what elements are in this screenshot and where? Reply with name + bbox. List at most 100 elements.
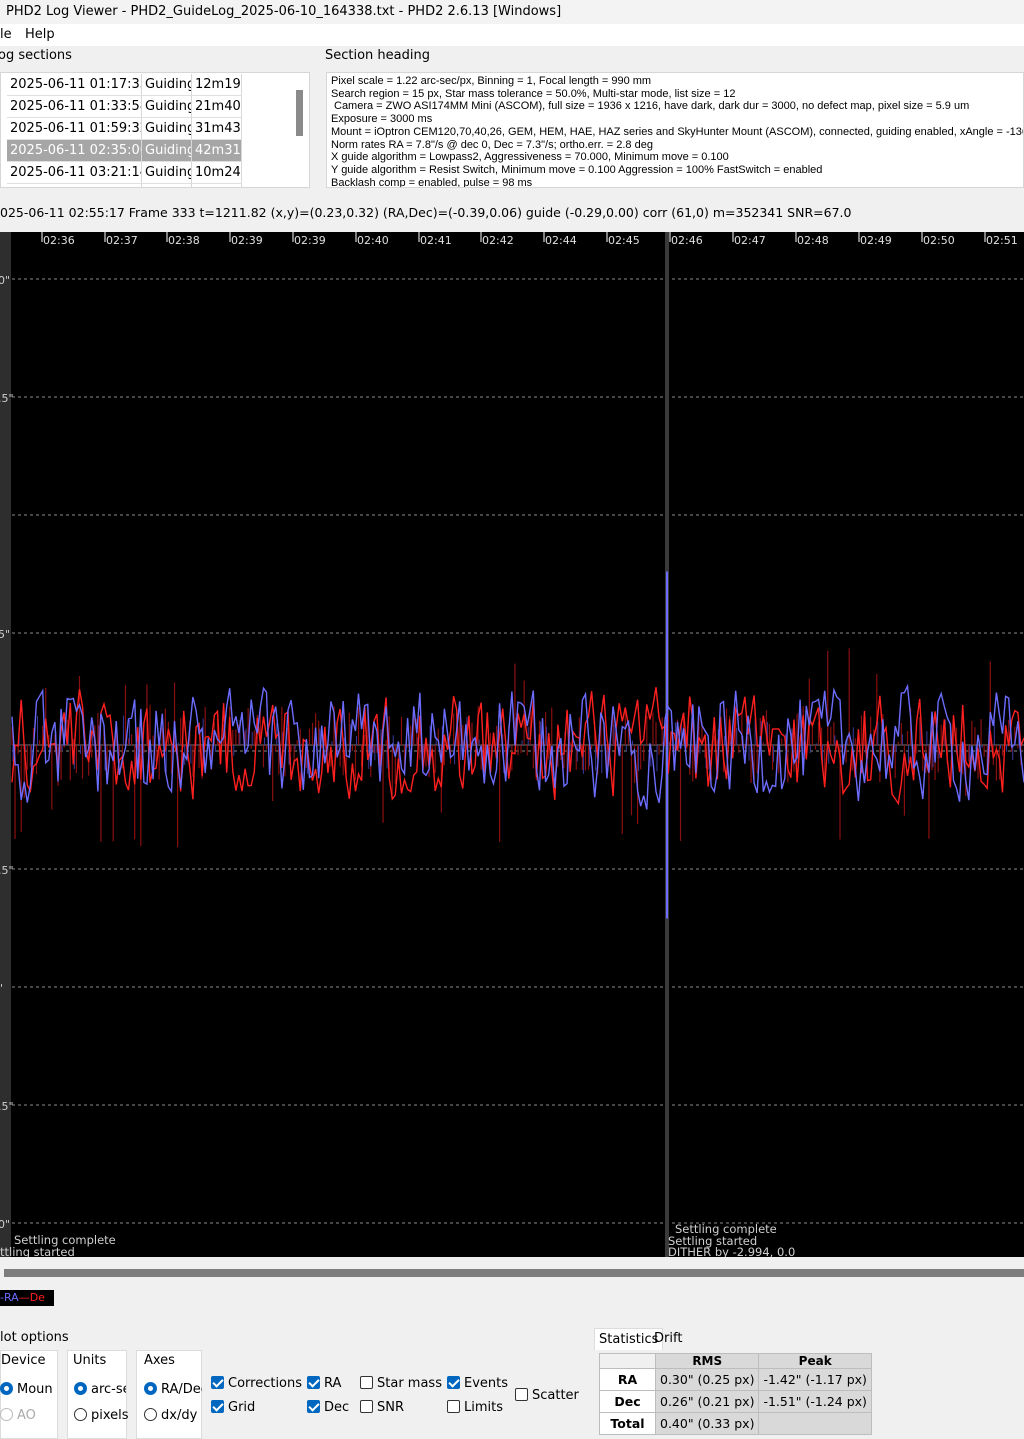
checkbox-checked-icon xyxy=(211,1376,224,1389)
table-row: RA 0.30" (0.25 px) -1.42" (-1.17 px) xyxy=(599,1368,872,1391)
log-section-start: 2025-06-11 03:34:51 xyxy=(7,184,142,187)
limits-checkbox[interactable]: Limits xyxy=(447,1400,503,1416)
menu-help[interactable]: Help xyxy=(25,27,55,42)
log-section-row[interactable]: 2025-06-11 01:33:58Guiding21m40s xyxy=(1,96,301,118)
log-section-type: Guiding xyxy=(142,162,192,184)
units-pixels-radio[interactable]: pixels xyxy=(74,1408,129,1424)
y-tick-label: .5" xyxy=(0,392,14,405)
x-tick-label: 02:51 xyxy=(986,234,1018,247)
x-tick-label: 02:45 xyxy=(608,234,640,247)
table-row: Dec 0.26" (0.21 px) -1.51" (-1.24 px) xyxy=(599,1390,872,1413)
stats-peak-value: -1.51" (-1.24 px) xyxy=(758,1390,872,1413)
section-heading-text: Pixel scale = 1.22 arc-sec/px, Binning =… xyxy=(326,72,1024,188)
heading-line: Camera = ZWO ASI174MM Mini (ASCOM), full… xyxy=(334,100,970,113)
log-section-start: 2025-06-11 01:33:58 xyxy=(7,96,142,118)
heading-line: Pixel scale = 1.22 arc-sec/px, Binning =… xyxy=(331,75,652,87)
log-section-row[interactable]: 2025-06-11 01:59:32Guiding31m43s xyxy=(1,118,301,140)
heading-line: Mount = iOptron CEM120,70,40,26, GEM, HE… xyxy=(331,125,1024,138)
log-section-type: Guiding xyxy=(142,184,192,187)
x-tick-label: 02:39 xyxy=(231,234,263,247)
legend-ra: -RA xyxy=(0,1291,19,1304)
radio-on-icon xyxy=(144,1382,157,1395)
y-tick-label: .5" xyxy=(0,864,14,877)
log-section-row[interactable]: 2025-06-11 01:17:33Guiding12m19s xyxy=(1,74,301,96)
table-row: Total 0.40" (0.33 px) xyxy=(599,1412,872,1435)
radio-on-icon xyxy=(0,1382,13,1395)
menu-file[interactable]: le xyxy=(0,27,12,42)
grid-checkbox[interactable]: Grid xyxy=(211,1400,255,1416)
log-sections-list[interactable]: 2025-06-11 01:17:33Guiding12m19s2025-06-… xyxy=(0,72,310,188)
radio-off-icon xyxy=(0,1408,13,1421)
log-section-type: Guiding xyxy=(142,96,192,118)
stats-rms-value: 0.30" (0.25 px) xyxy=(654,1368,760,1391)
checkbox-checked-icon xyxy=(211,1400,224,1413)
y-tick-label: " xyxy=(0,982,3,995)
units-arcsec-radio[interactable]: arc-sec xyxy=(74,1382,126,1398)
x-tick-label: 02:41 xyxy=(420,234,452,247)
guide-graph[interactable]: 0" .5" 5" .5" " .5" 0" 02:36 02:37 02:38 02:39 02:3… xyxy=(0,232,1024,1257)
guide-graph-svg: 0" .5" 5" .5" " .5" 0" 02:36 02:37 02:38 02:39 02:3… xyxy=(0,232,1024,1257)
log-section-row[interactable]: 2025-06-11 03:34:51Guiding22m6s xyxy=(1,184,301,187)
tab-drift[interactable]: Drift xyxy=(650,1328,686,1350)
events-checkbox[interactable]: Events xyxy=(447,1376,508,1392)
stats-rms-value: 0.26" (0.21 px) xyxy=(654,1390,760,1413)
snr-checkbox[interactable]: SNR xyxy=(360,1400,404,1416)
log-section-duration: 10m24s xyxy=(192,162,242,184)
log-section-duration: 31m43s xyxy=(192,118,242,140)
heading-line: X guide algorithm = Lowpass2, Aggressive… xyxy=(331,151,729,164)
log-section-duration: 12m19s xyxy=(192,74,242,96)
log-section-row[interactable]: 2025-06-11 03:21:14Guiding10m24s xyxy=(1,162,301,184)
stats-row-label: Dec xyxy=(599,1390,656,1413)
scatter-checkbox[interactable]: Scatter xyxy=(515,1388,579,1404)
stats-rms-value: 0.40" (0.33 px) xyxy=(654,1412,760,1435)
axes-dxdy-radio[interactable]: dx/dy xyxy=(144,1408,197,1424)
checkbox-checked-icon xyxy=(307,1376,320,1389)
frame-status-line: 025-06-11 02:55:17 Frame 333 t=1211.82 (… xyxy=(0,205,852,220)
log-section-row[interactable]: 2025-06-11 02:35:06Guiding42m31s xyxy=(1,140,301,162)
axes-label: Axes xyxy=(144,1353,175,1368)
stats-header-rms: RMS xyxy=(654,1353,760,1369)
statistics-table: RMS Peak RA 0.30" (0.25 px) -1.42" (-1.1… xyxy=(599,1353,872,1435)
section-heading-label: Section heading xyxy=(325,48,430,63)
heading-line: Search region = 15 px, Star mass toleran… xyxy=(331,87,736,100)
log-section-start: 2025-06-11 01:17:33 xyxy=(7,74,142,96)
log-section-type: Guiding xyxy=(142,140,192,162)
heading-line: Exposure = 3000 ms xyxy=(331,113,433,126)
ra-checkbox[interactable]: RA xyxy=(307,1376,341,1392)
window-title: PHD2 Log Viewer - PHD2_GuideLog_2025-06-… xyxy=(0,0,1024,24)
y-tick-label: 5" xyxy=(0,628,10,641)
log-section-start: 2025-06-11 02:35:06 xyxy=(7,140,142,162)
stats-row-label: Total xyxy=(599,1412,656,1435)
graph-legend: -RA—De xyxy=(0,1290,54,1306)
heading-line: Y guide algorithm = Resist Switch, Minim… xyxy=(331,163,823,176)
event-label: DITHER by -2.994, 0.0 xyxy=(668,1245,795,1257)
x-tick-label: 02:48 xyxy=(797,234,829,247)
x-tick-label: 02:39 xyxy=(294,234,326,247)
device-label: Device xyxy=(1,1353,46,1368)
radio-off-icon xyxy=(74,1408,87,1421)
graph-horizontal-scrollbar[interactable] xyxy=(4,1269,1024,1277)
log-section-start: 2025-06-11 03:21:14 xyxy=(7,162,142,184)
axes-radec-radio[interactable]: RA/Dec xyxy=(144,1382,202,1398)
corrections-checkbox[interactable]: Corrections xyxy=(211,1376,302,1392)
x-tick-label: 02:46 xyxy=(671,234,703,247)
log-section-type: Guiding xyxy=(142,118,192,140)
log-section-duration: 22m6s xyxy=(192,184,242,187)
x-tick-label: 02:47 xyxy=(734,234,766,247)
y-tick-label: 0" xyxy=(0,1218,10,1231)
log-section-start: 2025-06-11 01:59:32 xyxy=(7,118,142,140)
device-ao-radio[interactable]: AO xyxy=(0,1408,36,1424)
log-section-duration: 21m40s xyxy=(192,96,242,118)
dec-checkbox[interactable]: Dec xyxy=(307,1400,349,1416)
star-mass-checkbox[interactable]: Star mass xyxy=(360,1376,442,1392)
x-tick-label: 02:38 xyxy=(168,234,200,247)
checkbox-unchecked-icon xyxy=(360,1376,373,1389)
stats-row-label: RA xyxy=(599,1368,656,1391)
stats-peak-value xyxy=(758,1412,872,1435)
x-tick-label: 02:49 xyxy=(860,234,892,247)
sections-scrollbar-thumb[interactable] xyxy=(296,90,303,136)
radio-off-icon xyxy=(144,1408,157,1421)
x-tick-label: 02:44 xyxy=(545,234,577,247)
log-section-type: Guiding xyxy=(142,74,192,96)
device-mount-radio[interactable]: Moun xyxy=(0,1382,53,1398)
